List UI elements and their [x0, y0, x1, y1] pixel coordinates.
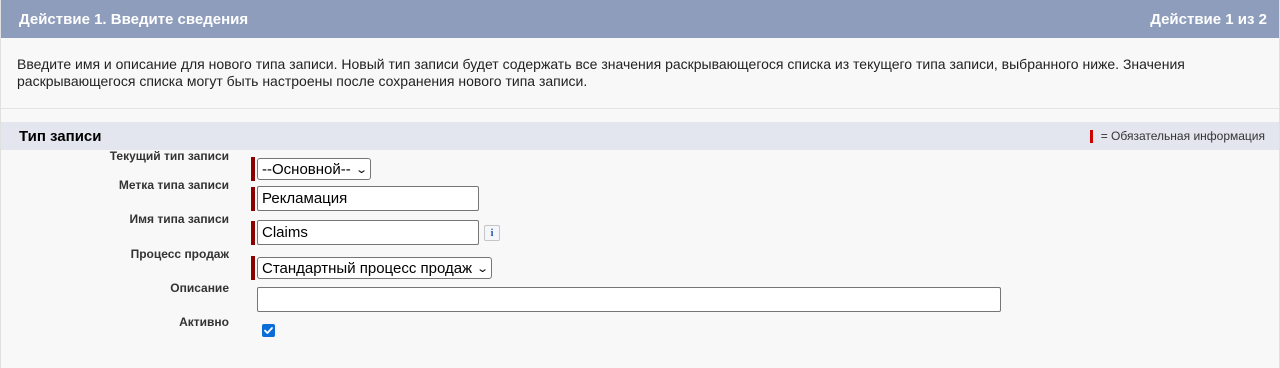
current-type-select[interactable]: --Основной-- ⌄	[257, 158, 371, 180]
sales-process-select[interactable]: Стандартный процесс продаж ⌄	[257, 257, 493, 279]
required-indicator	[251, 221, 255, 245]
required-indicator	[251, 157, 255, 181]
description-label: Описание	[170, 281, 229, 295]
required-marker	[1089, 129, 1093, 143]
sales-process-value: Стандартный процесс продаж	[262, 259, 473, 277]
step-counter: Действие 1 из 2	[1150, 10, 1267, 28]
description-input[interactable]	[257, 287, 1001, 312]
required-legend: = Обязательная информация	[1089, 129, 1265, 143]
checkmark-icon	[264, 327, 273, 334]
step-header: Действие 1. Введите сведения Действие 1 …	[1, 0, 1279, 38]
type-name-input[interactable]: Claims	[257, 220, 479, 245]
chevron-down-icon: ⌄	[354, 163, 368, 176]
intro-text: Введите имя и описание для нового типа з…	[1, 38, 1279, 109]
section-title: Тип записи	[19, 127, 102, 145]
info-icon[interactable]: i	[484, 225, 500, 241]
section-header: Тип записи = Обязательная информация	[1, 122, 1279, 150]
type-label-label: Метка типа записи	[118, 178, 229, 192]
sales-process-label: Процесс продаж	[130, 247, 229, 261]
record-type-wizard: Действие 1. Введите сведения Действие 1 …	[0, 0, 1280, 368]
type-label-input[interactable]: Рекламация	[257, 186, 479, 211]
required-indicator	[251, 256, 255, 280]
required-legend-text: = Обязательная информация	[1100, 129, 1265, 143]
type-name-label: Имя типа записи	[129, 212, 229, 226]
active-checkbox[interactable]	[262, 324, 275, 337]
chevron-down-icon: ⌄	[476, 262, 490, 275]
required-indicator	[251, 187, 255, 211]
step-title: Действие 1. Введите сведения	[19, 10, 249, 28]
current-type-value: --Основной--	[262, 160, 351, 178]
current-type-label: Текущий тип записи	[109, 149, 229, 163]
active-label: Активно	[179, 315, 229, 329]
